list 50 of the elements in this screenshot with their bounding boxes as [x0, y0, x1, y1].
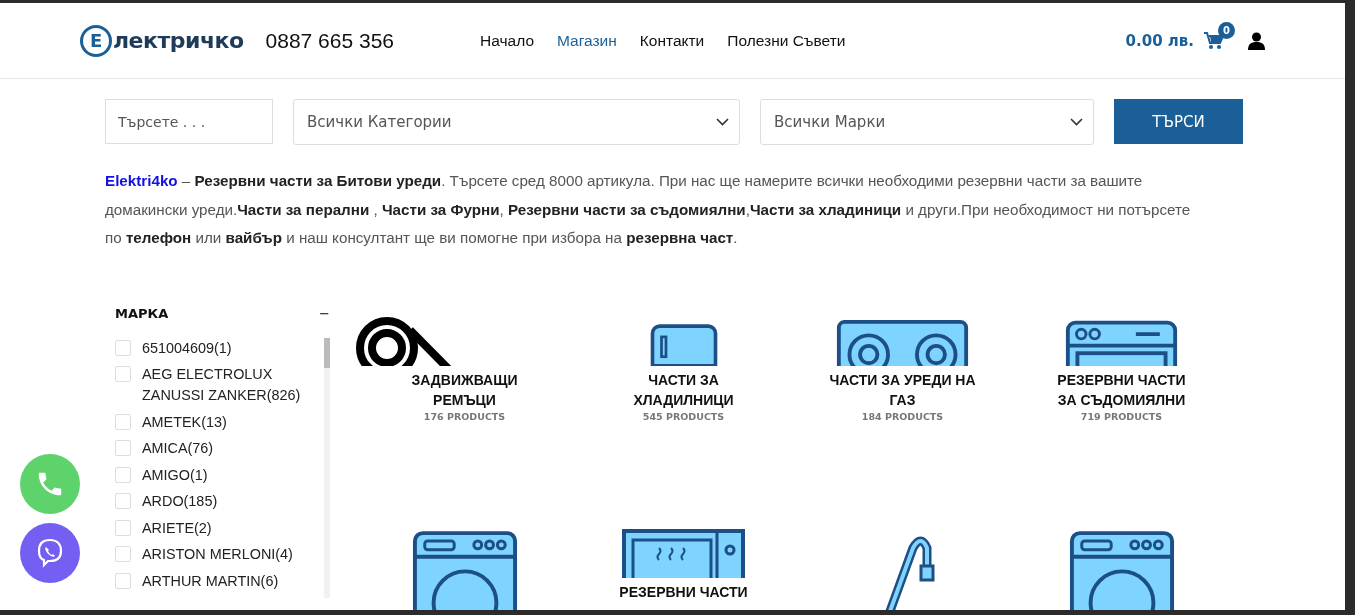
cart-total[interactable]: 0.00 лв.	[1125, 31, 1194, 50]
user-icon[interactable]	[1248, 31, 1265, 50]
nav-link[interactable]: Начало	[480, 31, 534, 50]
filter-title: МАРКА	[115, 305, 169, 321]
product-count: 184 PRODUCTS	[861, 410, 944, 422]
product-count: 545 PRODUCTS	[642, 410, 725, 422]
intro-paragraph: Elektri4ko – Резервни части за Битови уреди. Търсете сред 8000 артикула. При нас ще намерите всички необходими резервни части за вашите домакински уреди.Части за перални , Части за Фурни, Резервни части за съдомиялни,Части за хладиници и други.При необходимост ни потърсете по телефон или вайбър и наш консултант ще ви помогне при избора на резервна част.	[105, 171, 1192, 248]
brand-select[interactable]: Всички Марки	[760, 99, 1094, 145]
product-count: 176 PRODUCTS	[423, 410, 506, 422]
category-title[interactable]: ЧАСТИ ЗА УРЕДИ НА ГАЗ	[830, 369, 975, 410]
checkbox[interactable]	[115, 366, 131, 382]
checkbox[interactable]	[115, 493, 131, 509]
collapse-toggle[interactable]: −	[319, 305, 330, 321]
brand-option[interactable]: ARISTON MERLONI(4)	[142, 544, 293, 565]
checkbox[interactable]	[115, 572, 131, 589]
scrollbar[interactable]	[324, 337, 330, 598]
search-button[interactable]: ТЪРСИ	[1114, 99, 1243, 144]
nav-link[interactable]: Полезни Съвети	[727, 31, 846, 50]
category-title[interactable]: РЕЗЕРВНИ ЧАСТИ	[611, 581, 756, 602]
category-title[interactable]: РЕЗЕРВНИ ЧАСТИ ЗА СЪДОМИЯЛНИ	[1049, 369, 1194, 410]
nav-link[interactable]: Магазин	[557, 31, 617, 50]
phone-number: 0887 665 356	[265, 28, 394, 53]
microwave-icon[interactable]	[621, 527, 746, 578]
category-select[interactable]: Всички Категории	[293, 99, 740, 145]
search-field[interactable]: Търсете . . .	[105, 99, 273, 144]
product-count: 719 PRODUCTS	[1080, 410, 1163, 422]
checkbox[interactable]	[115, 339, 131, 356]
category-title[interactable]: ЗАДВИЖВАЩИ РЕМЪЦИ	[392, 369, 537, 410]
brand-option[interactable]: AMICA(76)	[142, 438, 214, 459]
checkbox[interactable]	[115, 466, 131, 483]
category-title[interactable]: ЧАСТИ ЗА ХЛАДИЛНИЦИ	[611, 369, 756, 410]
chevron-down-icon	[1070, 118, 1083, 126]
brand-option[interactable]: 651004609(1)	[142, 337, 232, 359]
nav-link[interactable]: Контакти	[639, 31, 705, 50]
checkbox[interactable]	[115, 440, 131, 456]
brand-option[interactable]: AEG ELECTROLUX ZANUSSI ZANKER(826)	[142, 364, 315, 406]
brand-option[interactable]: ARIETE(2)	[142, 517, 212, 539]
checkbox[interactable]	[115, 413, 131, 430]
checkbox[interactable]	[115, 546, 131, 562]
brand-option[interactable]: AMIGO(1)	[142, 464, 208, 486]
cart-count-badge: 0	[1218, 21, 1235, 39]
cart-icon[interactable]	[1204, 31, 1224, 50]
brand-option[interactable]: AMETEK(13)	[142, 411, 227, 433]
brand-option[interactable]: ARTHUR MARTIN(6)	[142, 570, 279, 592]
logo[interactable]: Е лектричко	[80, 24, 244, 57]
viber-button[interactable]	[20, 523, 80, 583]
checkbox[interactable]	[115, 519, 131, 536]
brand-option[interactable]: ARDO(185)	[142, 491, 218, 512]
chevron-down-icon	[716, 118, 729, 126]
site-link[interactable]: Elektri4ko	[105, 172, 178, 189]
